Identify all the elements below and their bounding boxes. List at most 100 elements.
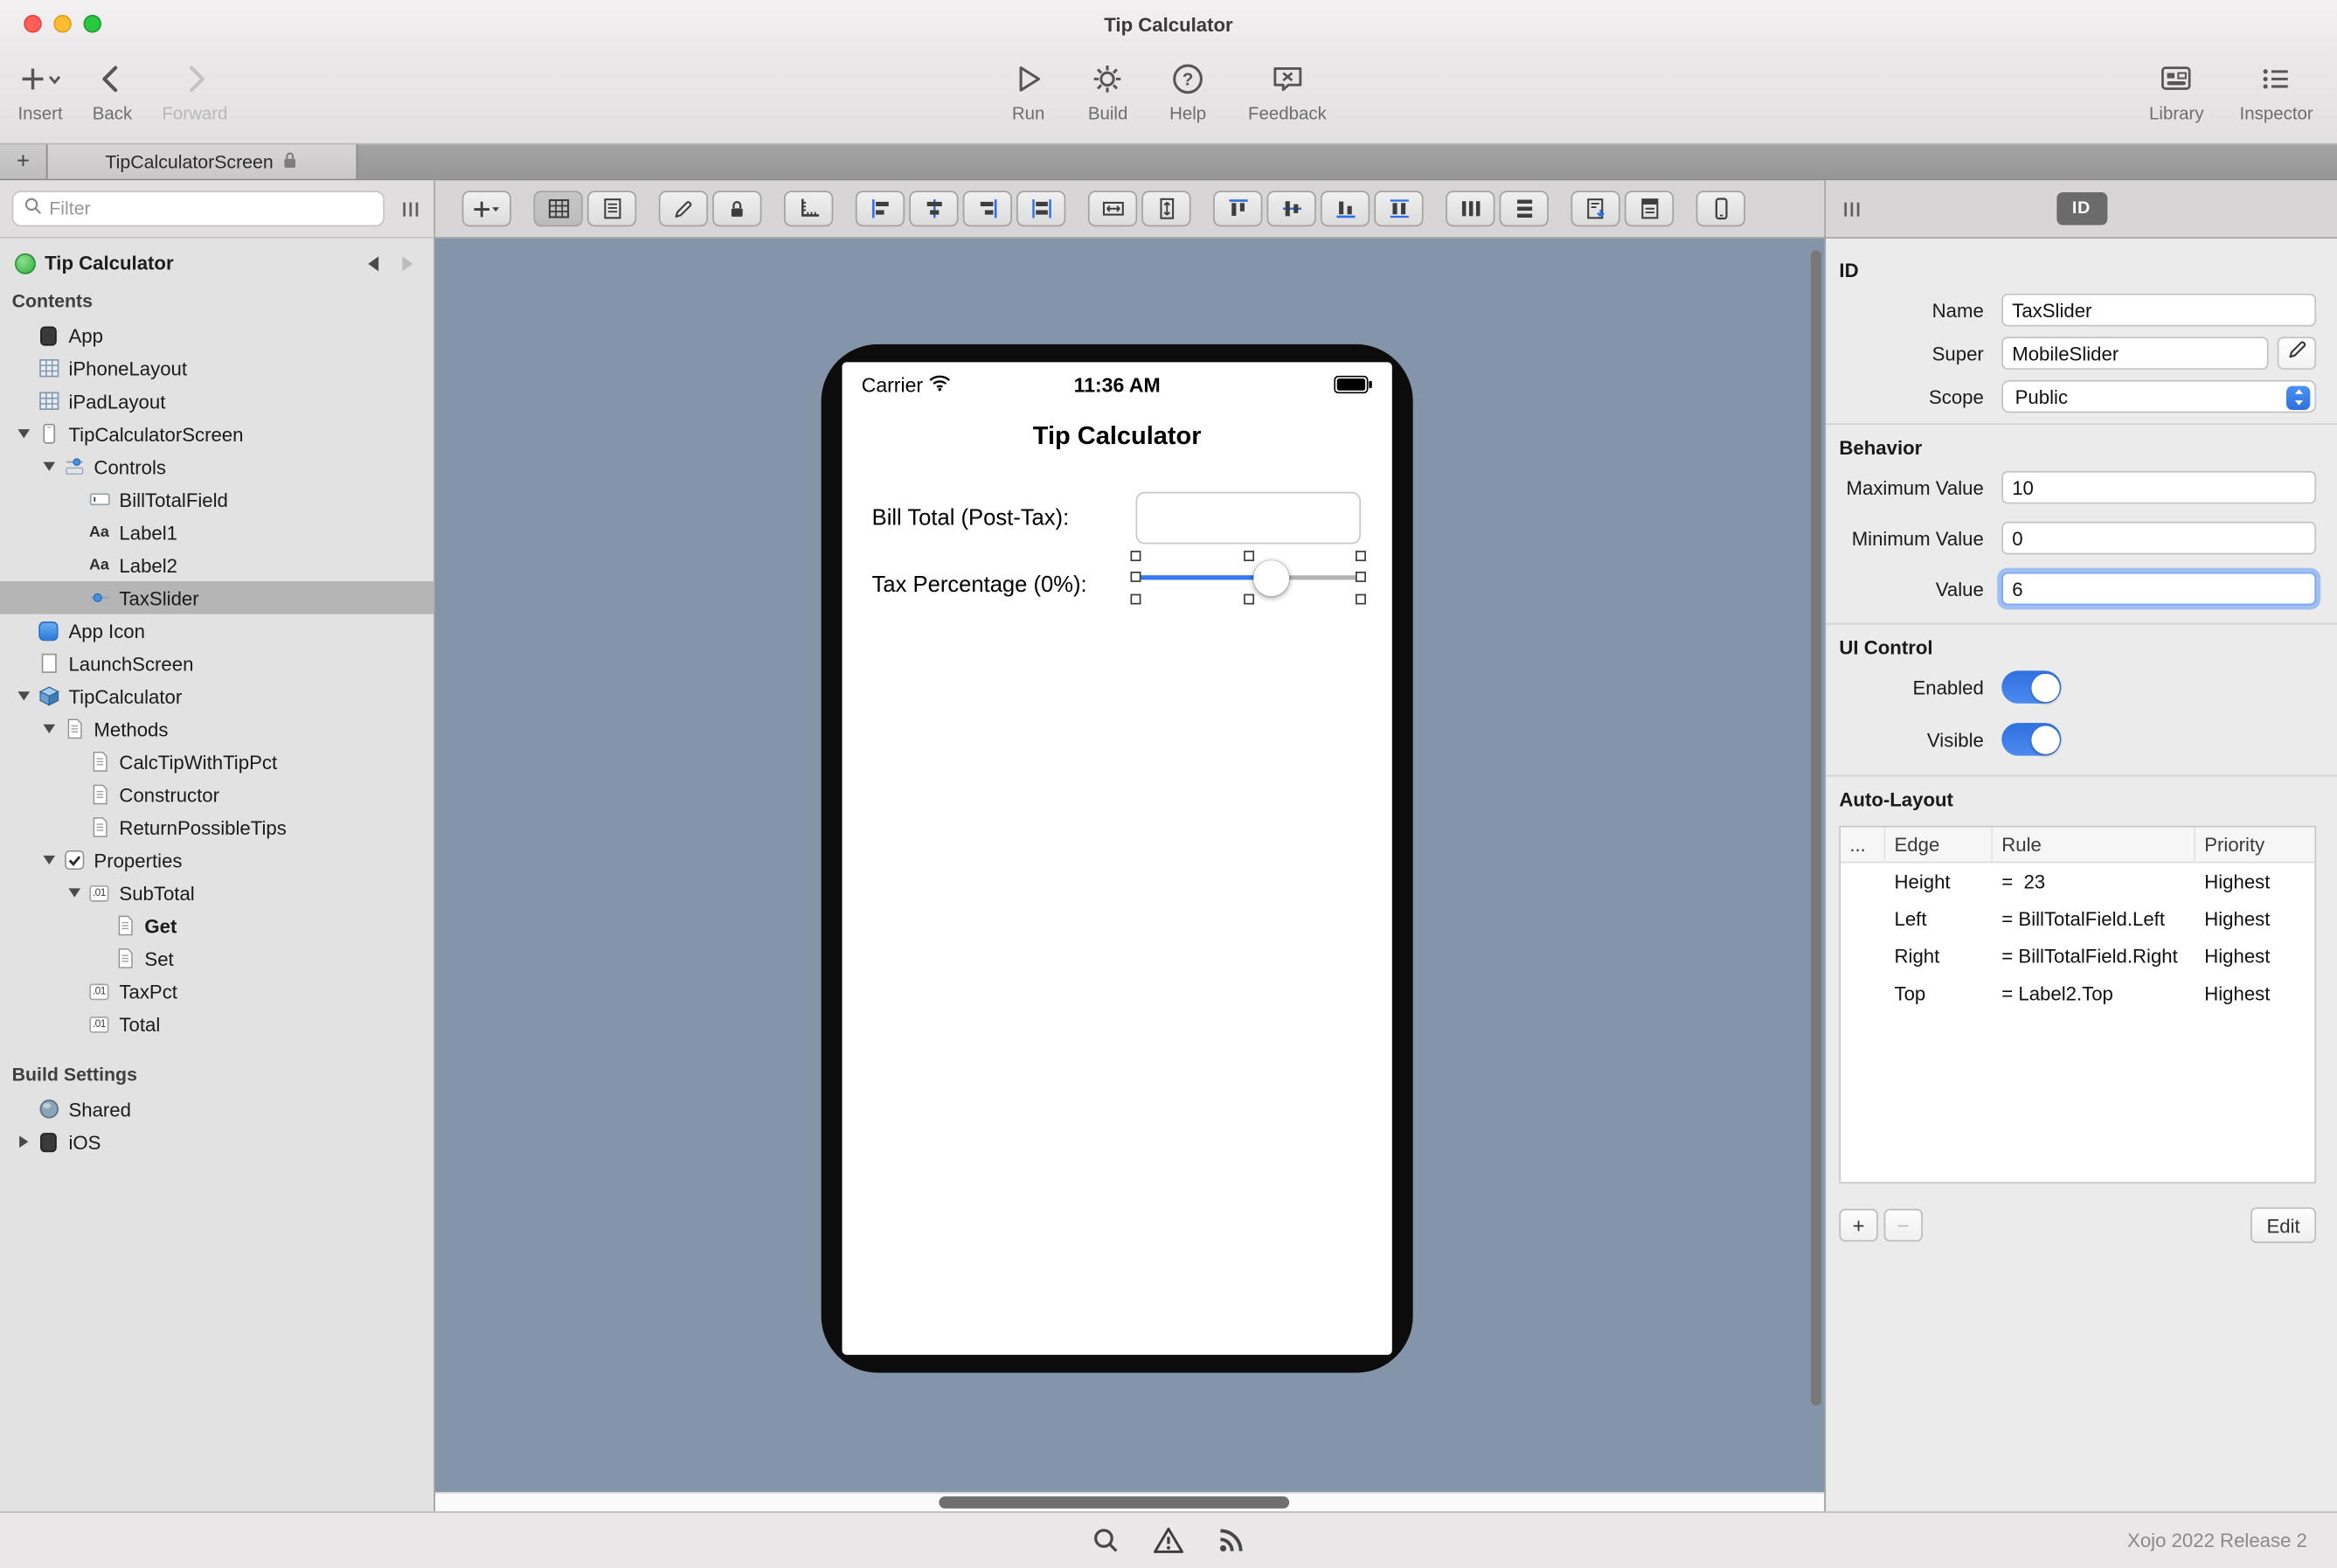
add-control-button[interactable]: [461, 191, 511, 227]
inspector-tab-id[interactable]: ID: [2056, 191, 2107, 225]
align-bottom-button[interactable]: [1320, 191, 1370, 227]
align-right-button[interactable]: [962, 191, 1012, 227]
minimum-value-field[interactable]: [2001, 521, 2317, 555]
tree-item-label2[interactable]: Aa Label2: [0, 549, 433, 582]
tree-item-ipadlayout[interactable]: iPadLayout: [0, 385, 433, 418]
equal-height-button[interactable]: [1141, 191, 1191, 227]
tree-item-subtotal[interactable]: .01 SubTotal: [0, 877, 433, 910]
align-center-button[interactable]: [909, 191, 959, 227]
vertical-scrollbar[interactable]: [1811, 250, 1821, 1406]
tree-item-taxslider[interactable]: TaxSlider: [0, 581, 434, 614]
bill-total-field[interactable]: [1135, 491, 1361, 545]
selection-handle[interactable]: [1243, 593, 1254, 605]
tree-item-ios[interactable]: iOS: [0, 1126, 433, 1159]
pencil-button[interactable]: [658, 191, 709, 227]
scope-popup[interactable]: Public: [2001, 379, 2317, 413]
tree-item-billtotalfield[interactable]: BillTotalField: [0, 483, 433, 517]
disclosure-triangle[interactable]: [38, 724, 61, 734]
tree-item-get[interactable]: Get: [0, 909, 433, 942]
tax-percentage-label[interactable]: Tax Percentage (0%):: [872, 572, 1087, 597]
panel-columns-icon[interactable]: [399, 198, 422, 220]
toolbar-insert-button[interactable]: Insert: [17, 48, 63, 124]
horizontal-scrollbar[interactable]: [939, 1496, 1290, 1509]
disclosure-triangle[interactable]: [63, 888, 87, 898]
disclosure-triangle[interactable]: [12, 1135, 36, 1148]
layout-canvas[interactable]: 11:36 AM Carrier Tip Calculator Bill Tot…: [434, 238, 1825, 1512]
align-middle-button[interactable]: [1266, 191, 1316, 227]
toolbar-help-button[interactable]: ? Help: [1169, 48, 1206, 124]
constraint-row-height[interactable]: Height = 23 Highest: [1841, 863, 2314, 900]
distribute-vertical-button[interactable]: [1499, 191, 1549, 227]
close-window-button[interactable]: [24, 15, 42, 33]
lock-button[interactable]: [712, 191, 762, 227]
tree-item-label1[interactable]: Aa Label1: [0, 516, 433, 549]
name-field[interactable]: [2001, 293, 2317, 327]
toolbar-inspector-button[interactable]: Inspector: [2240, 48, 2313, 124]
tree-item-tipcalculatorscreen[interactable]: TipCalculatorScreen: [0, 417, 433, 450]
history-back-icon[interactable]: [368, 255, 379, 271]
tree-item-properties[interactable]: Properties: [0, 843, 433, 877]
toolbar-run-button[interactable]: Run: [1010, 48, 1046, 124]
tree-item-app-icon[interactable]: App Icon: [0, 614, 433, 648]
auto-layout-column-header[interactable]: Edge: [1885, 827, 1994, 862]
slider-knob[interactable]: [1252, 559, 1289, 596]
search-icon[interactable]: [1092, 1526, 1120, 1554]
toolbar-back-button[interactable]: Back: [93, 48, 132, 124]
disclosure-triangle[interactable]: [38, 461, 61, 471]
equal-width-button[interactable]: [1087, 191, 1138, 227]
grid-view-button[interactable]: [533, 191, 583, 227]
toolbar-library-button[interactable]: Library: [2149, 48, 2204, 124]
add-constraint-button[interactable]: +: [1839, 1209, 1878, 1242]
tree-item-launchscreen[interactable]: LaunchScreen: [0, 647, 433, 680]
filter-input[interactable]: [49, 198, 373, 219]
tree-item-returnpossibletips[interactable]: ReturnPossibleTips: [0, 811, 433, 844]
selection-handle[interactable]: [1130, 551, 1141, 562]
tree-item-set[interactable]: Set: [0, 942, 433, 975]
distribute-horizontal-button[interactable]: [1446, 191, 1495, 227]
tree-item-app[interactable]: App: [0, 319, 433, 352]
tree-item-shared[interactable]: Shared: [0, 1093, 433, 1126]
maximum-value-field[interactable]: [2001, 470, 2317, 504]
edit-super-button[interactable]: [2277, 336, 2317, 370]
tree-item-tipcalculator[interactable]: TipCalculator: [0, 680, 433, 713]
align-edges-button[interactable]: [1016, 191, 1066, 227]
feed-icon[interactable]: [1217, 1526, 1245, 1554]
constraint-row-left[interactable]: Left = BillTotalField.Left Highest: [1841, 900, 2314, 938]
selection-handle[interactable]: [1356, 593, 1366, 605]
auto-layout-column-header[interactable]: Priority: [2195, 827, 2314, 861]
super-field[interactable]: [2001, 336, 2269, 370]
align-baseline-button[interactable]: [1374, 191, 1424, 227]
align-top-button[interactable]: [1213, 191, 1263, 227]
warning-icon[interactable]: [1153, 1526, 1184, 1554]
project-row[interactable]: Tip Calculator: [0, 245, 433, 282]
selection-handle[interactable]: [1130, 572, 1141, 582]
toolbar-feedback-button[interactable]: Feedback: [1248, 48, 1327, 124]
auto-layout-column-header[interactable]: Rule: [1993, 827, 2195, 862]
enabled-toggle[interactable]: [2001, 670, 2062, 704]
zoom-window-button[interactable]: [83, 15, 101, 33]
list-view-button[interactable]: [586, 191, 637, 227]
tree-item-iphonelayout[interactable]: iPhoneLayout: [0, 351, 433, 385]
align-left-button[interactable]: [855, 191, 905, 227]
tax-slider-control[interactable]: [1130, 551, 1366, 605]
selection-handle[interactable]: [1356, 551, 1366, 562]
visible-toggle[interactable]: [2001, 723, 2062, 756]
toolbar-build-button[interactable]: Build: [1088, 48, 1127, 124]
bill-total-label[interactable]: Bill Total (Post-Tax):: [872, 505, 1070, 531]
filter-box[interactable]: [11, 191, 385, 227]
panel-columns-icon[interactable]: [1841, 198, 1863, 220]
selection-handle[interactable]: [1243, 551, 1254, 562]
selection-handle[interactable]: [1356, 572, 1366, 582]
edit-constraint-button[interactable]: Edit: [2250, 1207, 2317, 1244]
minimize-window-button[interactable]: [53, 15, 72, 33]
ruler-button[interactable]: [784, 191, 834, 227]
device-preview-button[interactable]: [1696, 191, 1745, 227]
tab-tipcalculatorscreen[interactable]: TipCalculatorScreen: [47, 144, 358, 179]
disclosure-triangle[interactable]: [12, 691, 36, 701]
tree-item-methods[interactable]: Methods: [0, 712, 433, 746]
disclosure-triangle[interactable]: [12, 429, 36, 439]
disclosure-triangle[interactable]: [38, 855, 61, 865]
constraint-row-top[interactable]: Top = Label2.Top Highest: [1841, 975, 2314, 1012]
new-tab-button[interactable]: +: [0, 144, 48, 179]
tree-item-constructor[interactable]: Constructor: [0, 778, 433, 811]
